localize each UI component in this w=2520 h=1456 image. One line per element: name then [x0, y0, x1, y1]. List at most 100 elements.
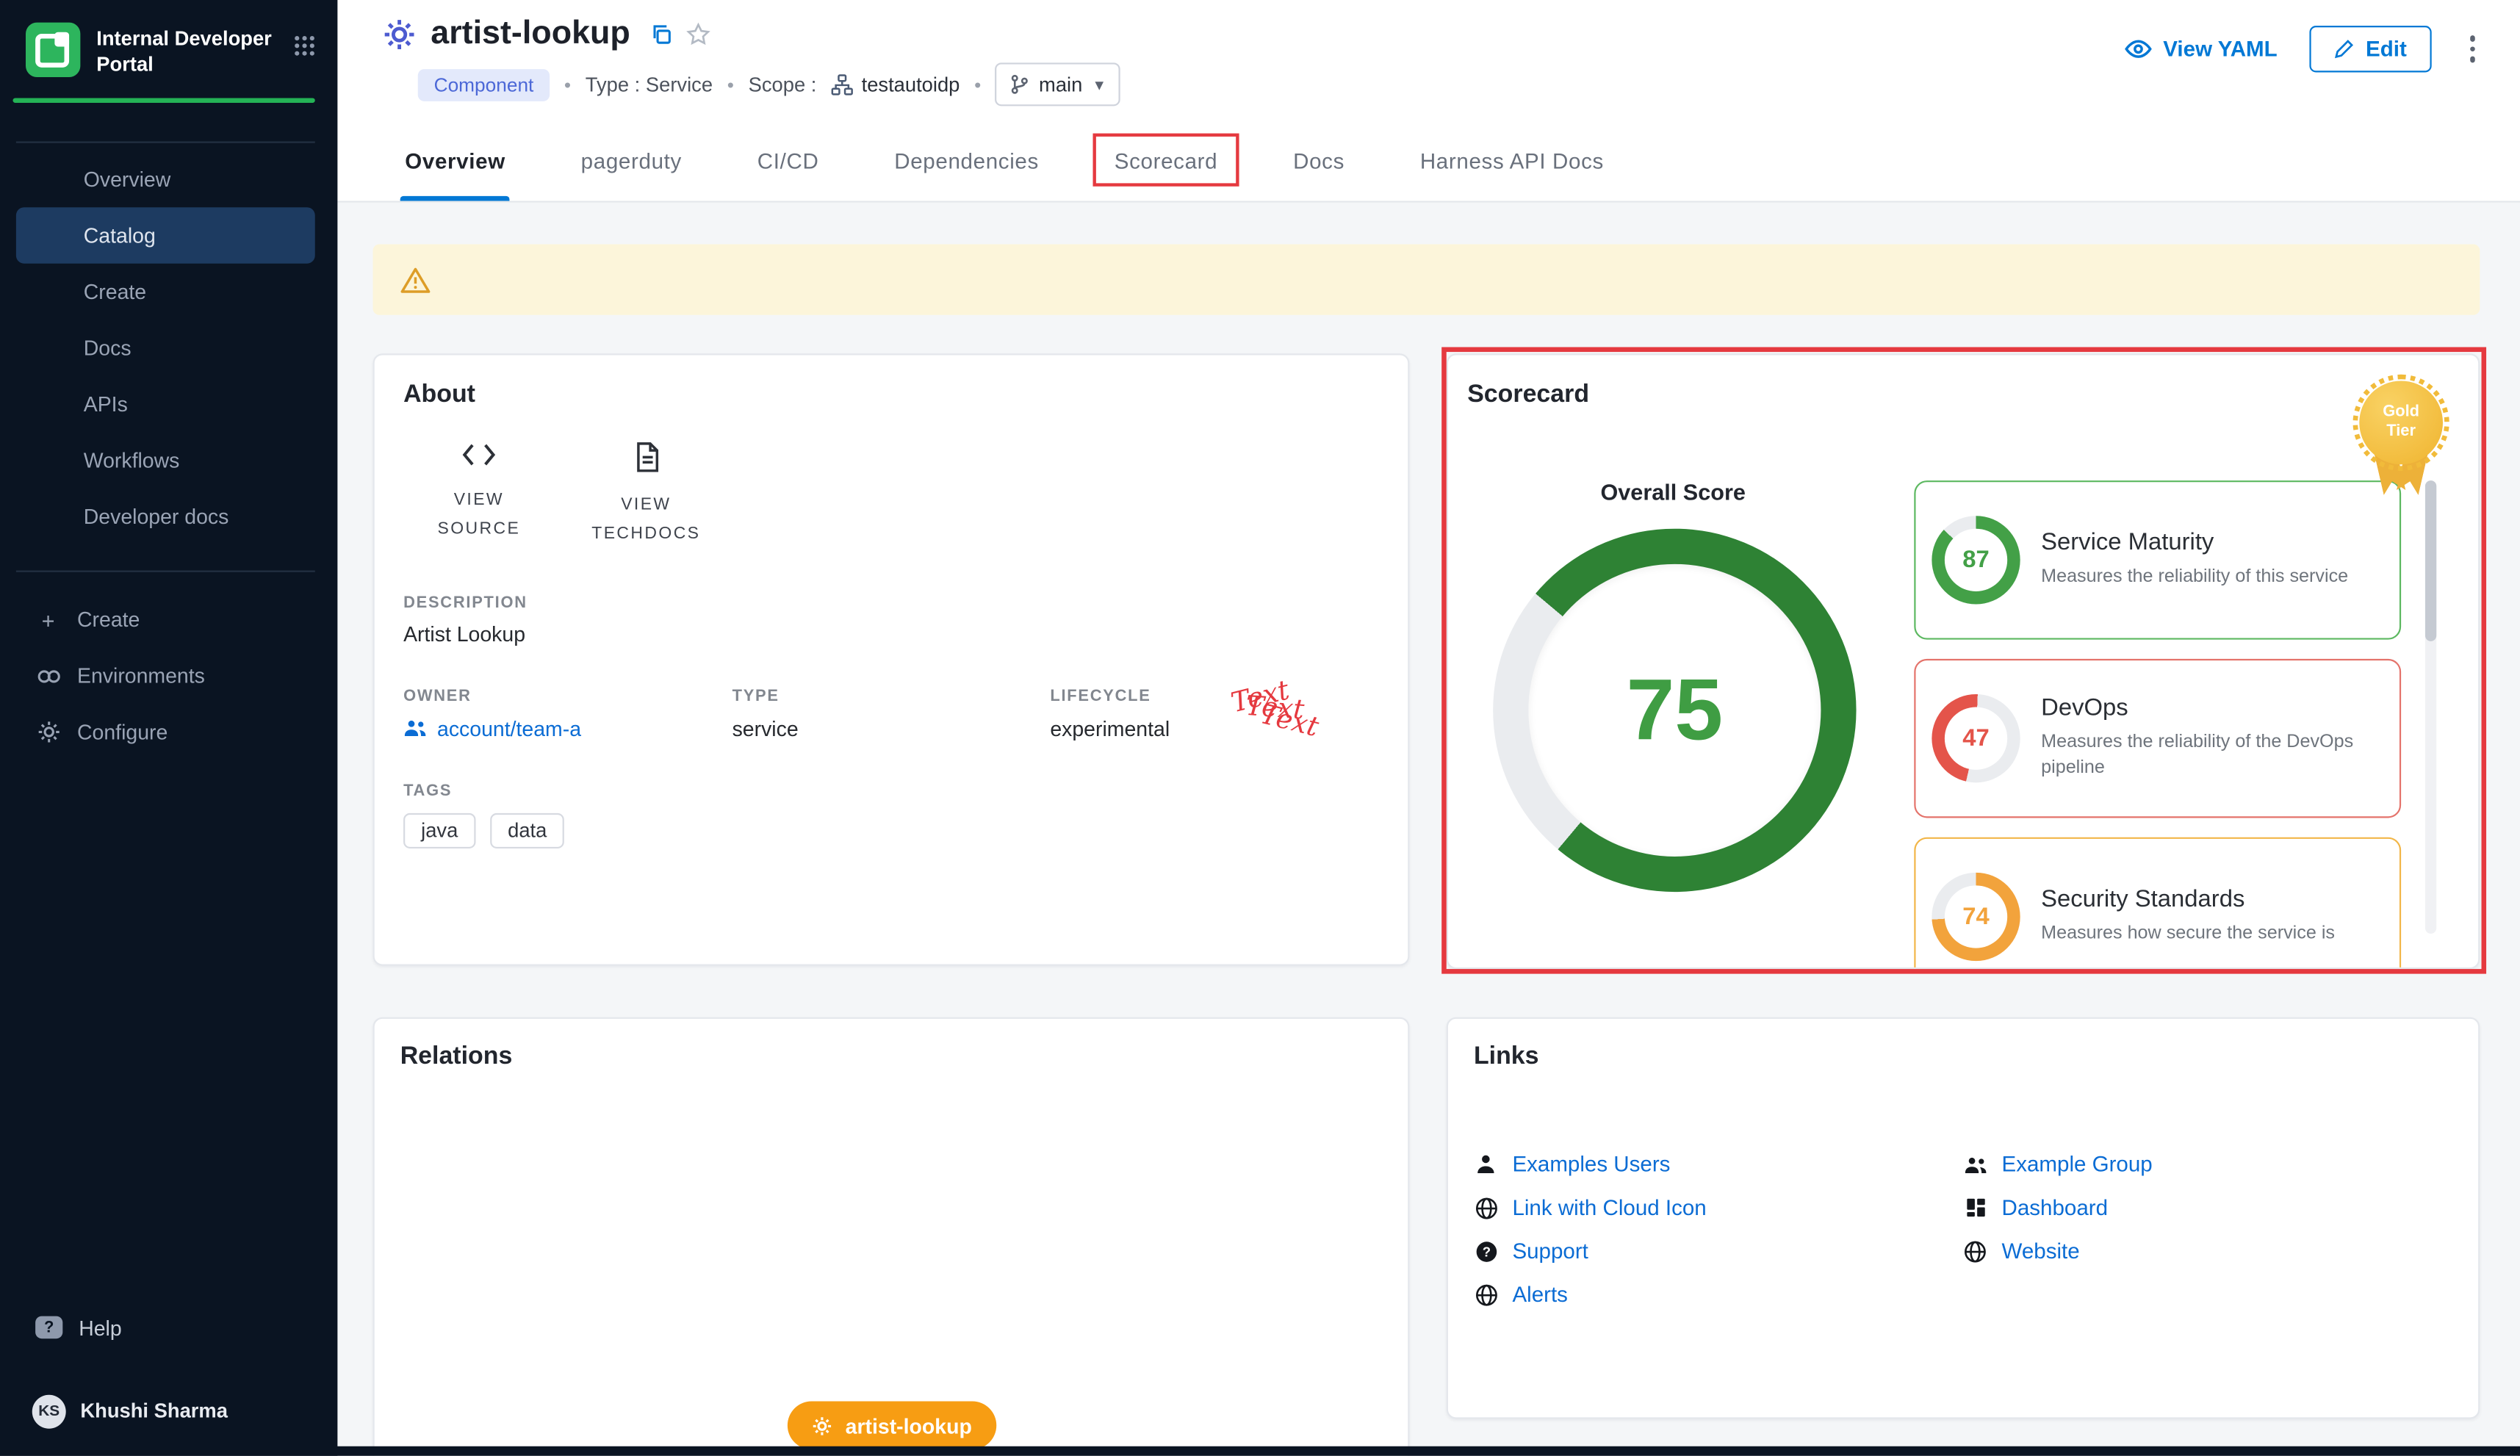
window-bottom-edge	[0, 1446, 2520, 1456]
link-label: Dashboard	[2002, 1196, 2108, 1220]
scorecard-list: 87 Service Maturity Measures the reliabi…	[1914, 480, 2401, 969]
link-support[interactable]: ? Support	[1474, 1239, 1963, 1264]
plus-icon: +	[35, 608, 61, 631]
lifecycle-label: LIFECYCLE	[1050, 688, 1379, 705]
tab-scorecard[interactable]: Scorecard	[1115, 122, 1218, 201]
score-name: Service Maturity	[2041, 529, 2348, 556]
tab-bar: Overview pagerduty CI/CD Dependencies Sc…	[405, 122, 1604, 201]
about-meta: OWNER account/team-a TYPE service LIFECY…	[403, 688, 1379, 740]
link-alerts[interactable]: Alerts	[1474, 1283, 1963, 1307]
scorecard-item-service-maturity[interactable]: 87 Service Maturity Measures the reliabi…	[1914, 480, 2401, 640]
user-icon	[1474, 1154, 1498, 1175]
score-name: Security Standards	[2041, 886, 2335, 913]
globe-icon	[1963, 1240, 1987, 1263]
link-example-group[interactable]: Example Group	[1963, 1152, 2452, 1176]
avatar: KS	[32, 1394, 66, 1428]
links-card: Links Examples Users Link with Cloud Ico…	[1447, 1017, 2480, 1419]
page-title: artist-lookup	[431, 15, 630, 54]
gear-icon	[812, 1415, 832, 1435]
scrollbar-thumb[interactable]	[2425, 480, 2436, 641]
sidebar-item-environments[interactable]: Environments	[16, 648, 315, 704]
scope-value: testautoidp	[831, 73, 960, 96]
sidebar-item-overview[interactable]: Overview	[16, 151, 315, 208]
apps-grid-icon[interactable]	[294, 35, 314, 56]
copy-icon[interactable]	[651, 24, 672, 44]
view-source-label: VIEW SOURCE	[417, 486, 542, 544]
eye-icon	[2125, 37, 2152, 61]
type-text: Type : Service	[586, 73, 713, 96]
pencil-icon	[2333, 39, 2354, 60]
sidebar-item-apis[interactable]: APIs	[16, 376, 315, 433]
link-label: Example Group	[2002, 1152, 2153, 1176]
overall-score-label: Overall Score	[1497, 479, 1850, 505]
sidebar-item-catalog[interactable]: Catalog	[16, 207, 315, 264]
header-actions: View YAML Edit	[2125, 26, 2482, 72]
globe-icon	[1474, 1283, 1498, 1306]
kebab-menu-icon[interactable]	[2463, 29, 2481, 69]
tab-harness-api-docs[interactable]: Harness API Docs	[1420, 122, 1604, 201]
code-icon	[461, 442, 497, 468]
sidebar-secondary-nav: + Create Environments Configu	[16, 591, 315, 760]
gear-icon	[35, 720, 61, 744]
help-icon: ?	[1474, 1240, 1498, 1263]
tab-cicd[interactable]: CI/CD	[757, 122, 819, 201]
overall-score-donut: 75	[1493, 529, 1856, 892]
lifecycle-block: LIFECYCLE experimental	[1050, 688, 1379, 740]
view-source-button[interactable]: VIEW SOURCE	[417, 442, 542, 549]
sidebar-item-workflows[interactable]: Workflows	[16, 432, 315, 489]
edit-label: Edit	[2366, 37, 2407, 61]
app-viewport: Internal Developer Portal Overview Catal…	[0, 0, 2520, 1456]
owner-link[interactable]: account/team-a	[403, 716, 732, 740]
link-label: Link with Cloud Icon	[1512, 1196, 1706, 1220]
sidebar-item-create[interactable]: Create	[16, 264, 315, 320]
link-label: Alerts	[1512, 1283, 1568, 1307]
sidebar-item-create-action[interactable]: + Create	[16, 591, 315, 648]
relations-node-artist-lookup[interactable]: artist-lookup	[788, 1402, 996, 1450]
help-bubble-icon: ?	[35, 1316, 62, 1339]
scope-name-text: testautoidp	[862, 73, 960, 96]
svg-text:?: ?	[1482, 1244, 1490, 1259]
links-column-1: Examples Users Link with Cloud Icon ? Su…	[1474, 1152, 1963, 1306]
group-icon	[403, 718, 428, 738]
tab-pagerduty[interactable]: pagerduty	[581, 122, 682, 201]
brand[interactable]: Internal Developer Portal	[26, 23, 272, 78]
links-title: Links	[1474, 1043, 2452, 1072]
separator-dot: •	[564, 73, 571, 96]
link-website[interactable]: Website	[1963, 1239, 2452, 1264]
branch-select[interactable]: main ▼	[996, 62, 1121, 106]
score-description: Measures how secure the service is	[2041, 923, 2335, 948]
scorecard-item-security-standards[interactable]: 74 Security Standards Measures how secur…	[1914, 837, 2401, 969]
component-gear-icon	[383, 17, 417, 51]
description-block: DESCRIPTION Artist Lookup	[403, 594, 1379, 646]
description-label: DESCRIPTION	[403, 594, 1379, 612]
sidebar-item-configure[interactable]: Configure	[16, 704, 315, 760]
sidebar-divider	[16, 571, 315, 572]
sidebar-divider	[16, 142, 315, 143]
sidebar-help[interactable]: ? Help	[16, 1308, 315, 1347]
relations-node-label: artist-lookup	[846, 1413, 972, 1438]
edit-button[interactable]: Edit	[2309, 26, 2430, 72]
tab-overview[interactable]: Overview	[405, 122, 505, 201]
sidebar-user[interactable]: KS Khushi Sharma	[16, 1391, 325, 1430]
about-actions: VIEW SOURCE VIEW TECHDOCS	[417, 442, 1379, 549]
star-icon[interactable]	[686, 22, 710, 46]
scorecard-item-devops[interactable]: 47 DevOps Measures the reliability of th…	[1914, 659, 2401, 818]
link-cloud-icon[interactable]: Link with Cloud Icon	[1474, 1196, 1963, 1220]
tab-docs[interactable]: Docs	[1293, 122, 1344, 201]
kind-badge: Component	[418, 68, 550, 101]
about-title: About	[403, 381, 1379, 409]
tab-dependencies[interactable]: Dependencies	[894, 122, 1039, 201]
techdocs-icon	[633, 442, 660, 473]
brand-title: Internal Developer Portal	[96, 23, 272, 78]
relations-title: Relations	[400, 1043, 1383, 1072]
view-yaml-label: View YAML	[2163, 37, 2277, 61]
link-dashboard[interactable]: Dashboard	[1963, 1196, 2452, 1220]
owner-block: OWNER account/team-a	[403, 688, 732, 740]
sidebar-item-docs[interactable]: Docs	[16, 320, 315, 376]
sidebar-item-developer-docs[interactable]: Developer docs	[16, 489, 315, 545]
entity-meta: Component • Type : Service • Scope : tes…	[418, 62, 1121, 106]
sidebar-item-label: Create	[77, 608, 140, 632]
view-yaml-button[interactable]: View YAML	[2125, 37, 2278, 61]
view-techdocs-button[interactable]: VIEW TECHDOCS	[583, 442, 709, 549]
link-examples-users[interactable]: Examples Users	[1474, 1152, 1963, 1176]
